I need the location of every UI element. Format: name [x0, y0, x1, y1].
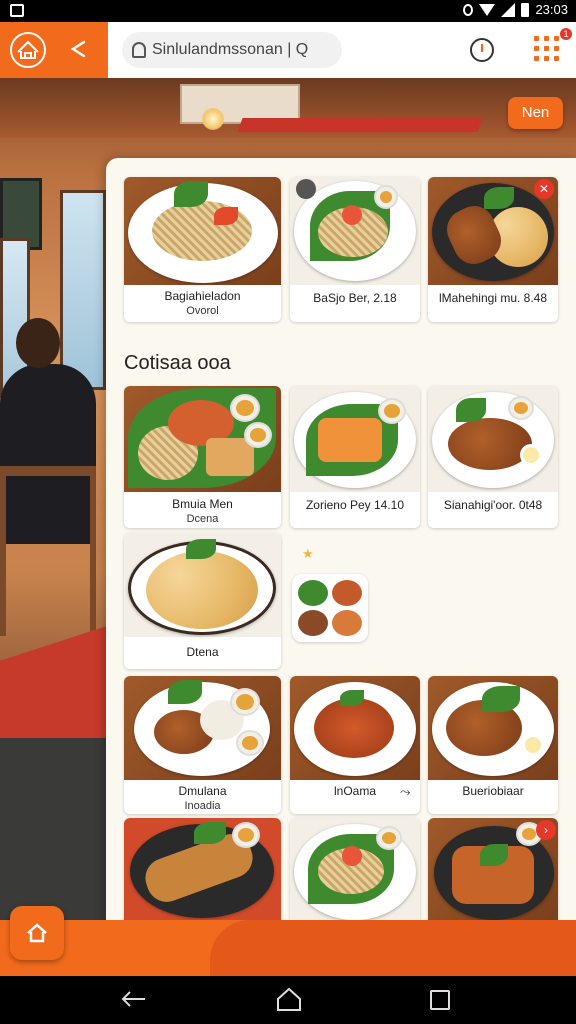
system-nav-bar [0, 976, 576, 1024]
dish-image [124, 533, 281, 637]
bottom-bar [0, 920, 576, 976]
tag-icon [296, 179, 316, 199]
dish-image: › [428, 818, 558, 922]
battery-icon [521, 2, 530, 17]
menu-card[interactable]: Bueriobiaar [428, 676, 558, 814]
card-title: Zorieno Pey 14.10 [305, 498, 405, 512]
card-subtitle: Inoadia [184, 800, 221, 812]
close-icon[interactable]: ✕ [534, 179, 554, 199]
dish-image [124, 386, 281, 492]
back-icon[interactable] [120, 988, 148, 1010]
search-bar[interactable] [122, 32, 342, 68]
section-title: Cotisaa ooa [124, 352, 231, 374]
app-bar: 1 [0, 22, 576, 78]
new-button[interactable]: Nen [508, 97, 563, 129]
card-title: Dtena [186, 645, 219, 659]
menu-card[interactable]: BaSjo Ber, 2.18 [290, 177, 420, 322]
brand-block [0, 22, 108, 78]
menu-card[interactable]: Dtena [124, 533, 281, 669]
card-title: Sianahigi'oor. 0t48 [443, 498, 543, 512]
wooden-chair [0, 466, 96, 636]
ceiling-lamp [202, 108, 224, 130]
alarm-icon [463, 3, 474, 16]
share-icon[interactable]: ⤳ [400, 784, 410, 800]
menu-card[interactable]: Dmulana Inoadia [124, 676, 281, 814]
menu-card[interactable]: Zorieno Pey 14.10 [290, 386, 420, 528]
share-icon[interactable] [68, 38, 90, 60]
card-title: Bmuia Men [172, 497, 233, 511]
dish-image [290, 177, 420, 285]
dish-image [290, 676, 420, 780]
window [60, 190, 106, 390]
menu-card[interactable]: Sianahigi'oor. 0t48 [428, 386, 558, 528]
dish-image [290, 818, 420, 922]
menu-card[interactable] [290, 818, 420, 922]
status-bar: 23:03 [0, 0, 576, 22]
menu-card[interactable]: › [428, 818, 558, 922]
dish-image: ✕ [428, 177, 558, 285]
card-subtitle: Dcena [186, 513, 219, 525]
card-title: Dmulana [178, 784, 227, 798]
search-input[interactable] [152, 41, 332, 59]
card-title: Bagiahieladon [164, 289, 241, 303]
expand-icon[interactable]: › [536, 820, 556, 840]
recent-apps-icon[interactable] [430, 990, 450, 1010]
notification-badge: 1 [560, 28, 572, 40]
bell-icon [132, 42, 146, 58]
card-subtitle: Ovorol [186, 305, 219, 317]
dish-image [428, 386, 558, 492]
combo-thumbnail[interactable] [292, 574, 368, 642]
menu-card[interactable]: Bagiahieladon Ovorol [124, 177, 281, 322]
menu-card[interactable] [124, 818, 281, 922]
menu-card[interactable]: Bmuia Men Dcena [124, 386, 281, 528]
clock-icon[interactable] [470, 38, 494, 62]
wifi-icon [479, 3, 496, 16]
notification-icon [10, 4, 24, 17]
dish-image [290, 386, 420, 492]
diner-head [16, 318, 60, 368]
nav-home-icon[interactable] [276, 986, 302, 1012]
grid-icon[interactable] [534, 36, 560, 62]
status-time: 23:03 [535, 2, 568, 17]
star-icon: ★ [302, 546, 314, 561]
dish-image [124, 818, 281, 922]
red-beam [237, 118, 483, 132]
card-title: Bueriobiaar [462, 784, 524, 798]
signal-icon [501, 2, 516, 17]
dish-image [124, 676, 281, 780]
dish-image [428, 676, 558, 780]
card-title: lMahehingi mu. 8.48 [438, 291, 548, 305]
dish-image [124, 177, 281, 285]
menu-card[interactable]: lnOama ⤳ [290, 676, 420, 814]
logo-icon[interactable] [10, 32, 46, 68]
menu-card[interactable]: ✕ lMahehingi mu. 8.48 [428, 177, 558, 322]
card-title: BaSjo Ber, 2.18 [313, 291, 397, 305]
home-icon[interactable] [10, 906, 64, 960]
card-title: lnOama [333, 784, 377, 798]
